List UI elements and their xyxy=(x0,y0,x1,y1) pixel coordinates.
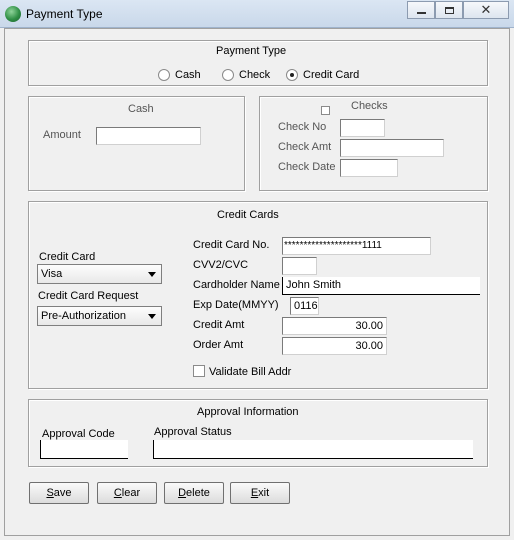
maximize-button[interactable] xyxy=(435,1,463,19)
check-no-input[interactable] xyxy=(340,119,385,137)
save-button-accel: S xyxy=(46,487,54,499)
save-button-label: ave xyxy=(53,487,72,499)
approval-status-label: Approval Status xyxy=(154,426,232,438)
credit-card-select[interactable]: Visa xyxy=(37,264,162,284)
exit-button-label: xit xyxy=(258,487,270,499)
close-button[interactable]: ✕ xyxy=(463,1,509,19)
check-date-input[interactable] xyxy=(340,159,398,177)
cash-title: Cash xyxy=(128,103,154,115)
credit-card-request-select[interactable]: Pre-Authorization xyxy=(37,306,162,326)
credit-amt-input[interactable]: 30.00 xyxy=(282,317,387,335)
exp-date-label: Exp Date(MMYY) xyxy=(193,299,279,311)
window-title: Payment Type xyxy=(26,7,103,21)
delete-button-label: elete xyxy=(186,487,210,499)
approval-code-input[interactable] xyxy=(40,440,128,459)
radio-check-label: Check xyxy=(239,69,271,81)
exp-date-input[interactable]: 0116 xyxy=(290,297,319,315)
delete-button-accel: D xyxy=(178,487,187,499)
approval-title: Approval Information xyxy=(197,406,299,418)
chevron-down-icon[interactable] xyxy=(148,272,156,277)
radio-check[interactable]: Check xyxy=(222,69,270,81)
credit-card-select-value: Visa xyxy=(41,268,63,280)
validate-bill-addr-checkbox[interactable] xyxy=(193,365,205,377)
clear-button-label: lear xyxy=(121,487,141,499)
order-amt-label: Order Amt xyxy=(193,339,244,351)
credit-cards-title: Credit Cards xyxy=(217,209,279,221)
checks-title: Checks xyxy=(351,100,388,112)
validate-bill-addr-label: Validate Bill Addr xyxy=(209,366,292,378)
credit-card-request-value: Pre-Authorization xyxy=(41,310,126,322)
check-date-label: Check Date xyxy=(278,161,336,173)
radio-credit-card-dot[interactable] xyxy=(286,69,298,81)
maximize-icon xyxy=(444,6,454,14)
cardholder-name-input[interactable]: John Smith xyxy=(282,277,480,295)
radio-check-dot[interactable] xyxy=(222,69,234,81)
minimize-icon xyxy=(416,11,426,14)
radio-cash[interactable]: Cash xyxy=(158,69,201,81)
clear-button[interactable]: Clear xyxy=(97,482,157,504)
save-button[interactable]: Save xyxy=(29,482,89,504)
cvv-input[interactable] xyxy=(282,257,317,275)
radio-credit-card[interactable]: Credit Card xyxy=(286,69,359,81)
card-no-input[interactable]: ********************1111 xyxy=(282,237,431,255)
order-amt-input[interactable]: 30.00 xyxy=(282,337,387,355)
cardholder-name-label: Cardholder Name xyxy=(193,279,280,291)
payment-type-title: Payment Type xyxy=(216,45,287,57)
amount-label: Amount xyxy=(43,129,81,141)
radio-cash-label: Cash xyxy=(175,69,201,81)
credit-card-request-label: Credit Card Request xyxy=(38,290,139,302)
cash-amount-input[interactable] xyxy=(96,127,201,145)
credit-card-label: Credit Card xyxy=(39,251,96,263)
exit-button[interactable]: Exit xyxy=(230,482,290,504)
credit-amt-label: Credit Amt xyxy=(193,319,245,331)
minimize-button[interactable] xyxy=(407,1,435,19)
check-amt-label: Check Amt xyxy=(278,141,332,153)
clear-button-accel: C xyxy=(113,487,122,499)
cvv-label: CVV2/CVC xyxy=(193,259,249,271)
radio-cash-dot[interactable] xyxy=(158,69,170,81)
close-icon: ✕ xyxy=(480,2,492,17)
check-amt-input[interactable] xyxy=(340,139,444,157)
approval-status-input[interactable] xyxy=(153,440,473,459)
check-no-label: Check No xyxy=(278,121,327,133)
app-icon xyxy=(5,6,21,22)
radio-credit-card-label: Credit Card xyxy=(303,69,360,81)
delete-button[interactable]: Delete xyxy=(164,482,224,504)
approval-code-label: Approval Code xyxy=(42,428,115,440)
checks-enable-checkbox[interactable] xyxy=(321,106,330,115)
chevron-down-icon[interactable] xyxy=(148,314,156,319)
title-bar: Payment Type ✕ xyxy=(0,0,514,28)
card-no-label: Credit Card No. xyxy=(193,239,270,251)
